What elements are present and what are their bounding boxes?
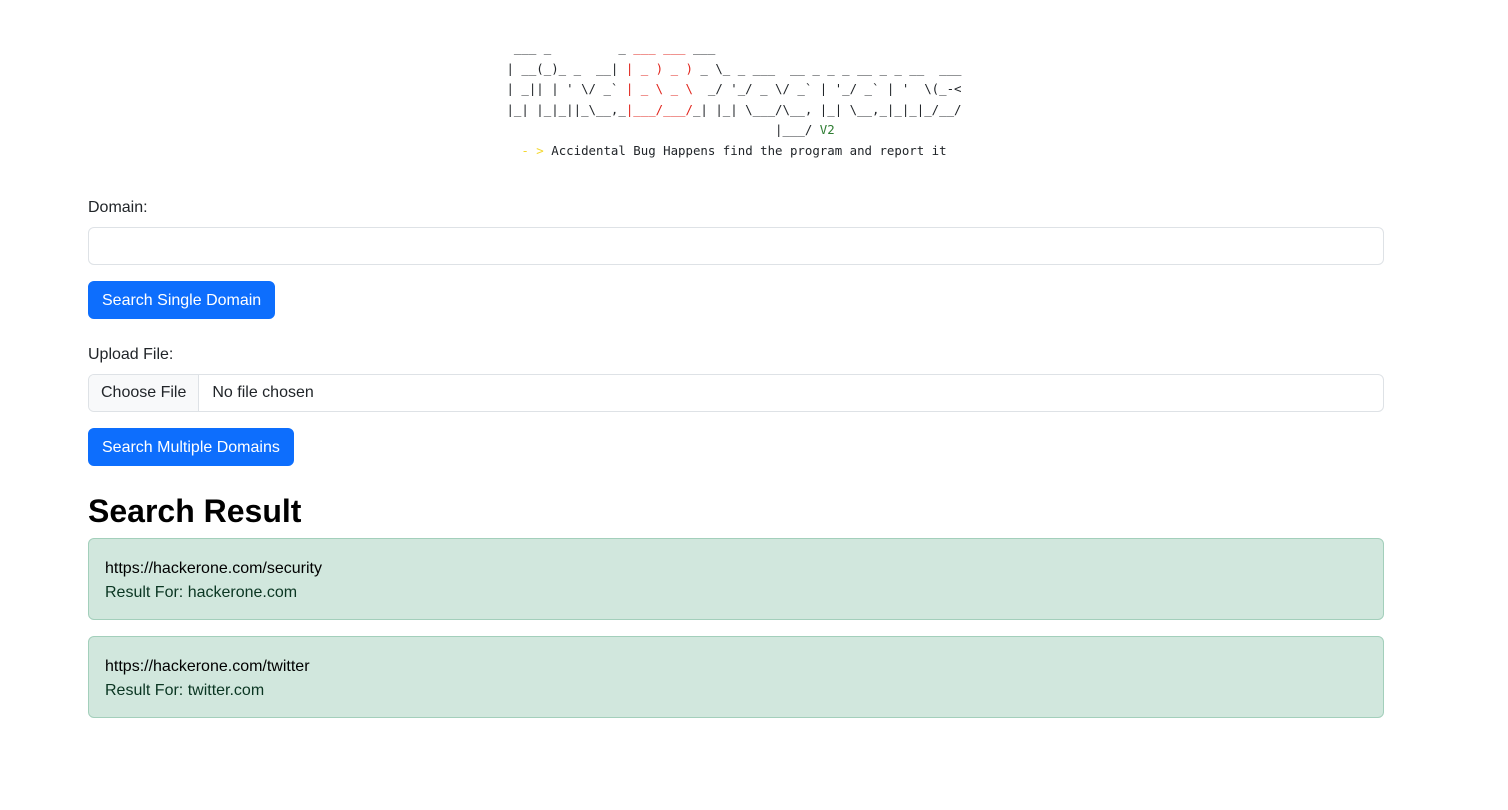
upload-file-label: Upload File:: [88, 346, 174, 363]
choose-file-button[interactable]: Choose File: [89, 375, 200, 411]
arrow-glyph: - >: [506, 142, 552, 158]
file-status: No file chosen: [212, 384, 314, 401]
result-item: https://hackerone.com/twitter Result For…: [88, 636, 1384, 718]
tagline: Accidental Bug Happens find the program …: [551, 142, 947, 158]
banner-line: |_| |_|_||_\__,_: [506, 101, 626, 117]
banner-line: | __(_)_ _ __|: [506, 60, 626, 76]
search-single-domain-button[interactable]: Search Single Domain: [88, 281, 276, 319]
banner-line: _| |_| \___/\__, |_| \__,_|_|_|_/__/: [692, 101, 962, 117]
banner-line-red: | _ \ _ \: [625, 81, 693, 96]
file-input[interactable]: Choose File No file chosen: [88, 374, 1384, 412]
banner-line: ___: [685, 40, 716, 55]
result-url: https://hackerone.com/security: [105, 560, 322, 577]
banner-line-red: | _ ) _ ): [625, 60, 693, 76]
banner-line: ___ _ _: [506, 40, 634, 55]
banner-line: _/ '_/ _ \/ _` | '_/ _` | ' \(_-<: [692, 81, 962, 96]
banner-line: | _|| | ' \/ _`: [506, 81, 626, 96]
ascii-art: ___ _ _ ___ ___ ___ | __(_)_ _ __| | _ )…: [506, 38, 961, 161]
result-domain: Result For: hackerone.com: [105, 584, 298, 601]
banner-line: _ \_ _ ___ __ _ _ _ __ _ _ __ ___: [692, 60, 962, 76]
banner-line-red: |___/___/: [625, 101, 693, 117]
main-form: Domain: Search Single Domain Upload File…: [88, 198, 1384, 734]
version-label: V2: [819, 122, 835, 137]
result-item: https://hackerone.com/security Result Fo…: [88, 538, 1384, 620]
result-url: https://hackerone.com/twitter: [105, 658, 310, 675]
banner-line: |___/: [506, 122, 820, 137]
domain-input[interactable]: [88, 227, 1384, 265]
ascii-banner: ___ _ _ ___ ___ ___ | __(_)_ _ __| | _ )…: [0, 38, 1468, 161]
search-result-heading: Search Result: [88, 493, 302, 529]
result-domain: Result For: twitter.com: [105, 682, 265, 699]
banner-line-red: ___ ___: [633, 40, 686, 55]
domain-label: Domain:: [88, 199, 148, 216]
search-multiple-domains-button[interactable]: Search Multiple Domains: [88, 428, 294, 466]
